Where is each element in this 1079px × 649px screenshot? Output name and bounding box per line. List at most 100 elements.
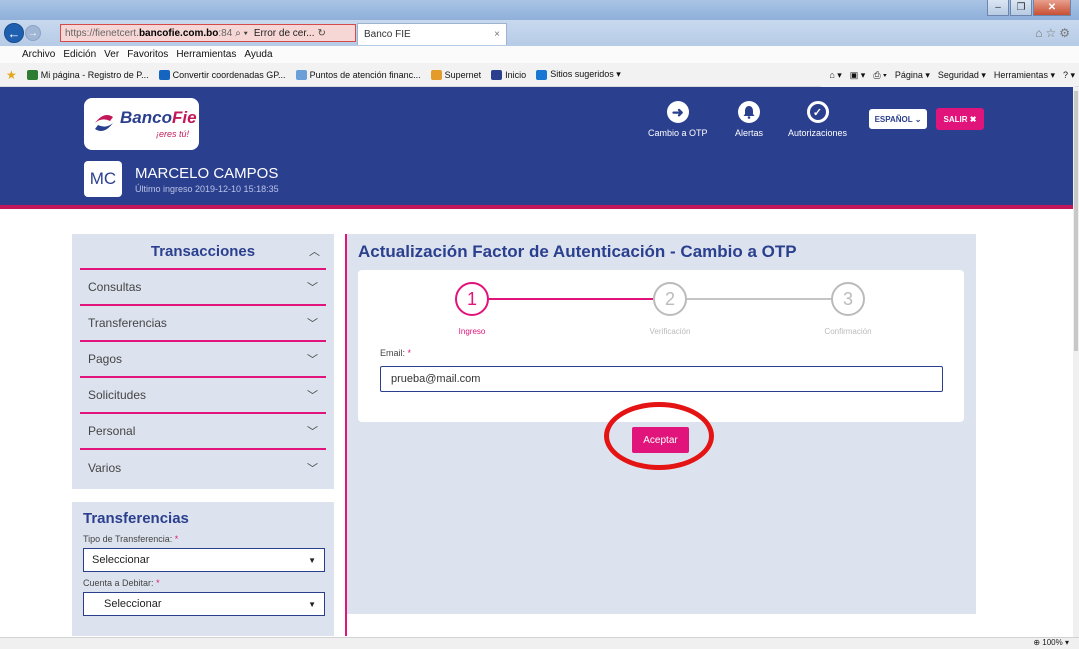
address-bar[interactable]: https://fienetcert. bancofie.com.bo:84 ⌕ … bbox=[60, 24, 356, 42]
check-circle-icon: ✓ bbox=[806, 101, 829, 123]
authorizations-action[interactable]: ✓ Autorizaciones bbox=[788, 101, 847, 138]
debit-account-label: Cuenta a Debitar: * bbox=[83, 578, 160, 588]
logo-tagline: ¡eres tú! bbox=[155, 129, 189, 139]
sidebar-header[interactable]: Transacciones ︿ bbox=[80, 234, 326, 270]
refresh-icon[interactable]: ↻ bbox=[317, 28, 325, 39]
menu-item[interactable]: Favoritos bbox=[127, 49, 168, 60]
menu-item[interactable]: Edición bbox=[63, 49, 96, 60]
logo-brand: BancoFie bbox=[120, 108, 197, 127]
forward-arrow-icon[interactable]: → bbox=[25, 25, 41, 41]
address-port: :84 bbox=[218, 27, 233, 39]
arrow-right-icon: ➜ bbox=[666, 101, 689, 123]
alerts-action[interactable]: Alertas bbox=[735, 101, 763, 138]
transfer-type-value: Seleccionar bbox=[92, 554, 150, 566]
browser-nav-row: ← → https://fienetcert. bancofie.com.bo:8… bbox=[0, 20, 1079, 46]
step-2-circle: 2 bbox=[653, 282, 687, 316]
bank-header: BancoFie ¡eres tú! ➜ Cambio a OTP Alerta… bbox=[0, 87, 1079, 209]
sidebar-item-solicitudes[interactable]: Solicitudes ﹀ bbox=[80, 378, 326, 414]
favorite-icon bbox=[491, 69, 503, 80]
scrollbar-thumb[interactable] bbox=[1074, 91, 1078, 351]
bank-logo[interactable]: BancoFie ¡eres tú! bbox=[84, 98, 199, 150]
search-icon[interactable]: ⌕ ▾ bbox=[235, 28, 248, 39]
transfer-type-label: Tipo de Transferencia: * bbox=[83, 534, 179, 544]
command-bar: ⌂ ▾ ▣ ▾ ⎙ ▾ Página ▾ Seguridad ▾ Herrami… bbox=[821, 63, 1075, 87]
browser-tab[interactable]: Banco FIE × bbox=[357, 23, 507, 45]
change-otp-action[interactable]: ➜ Cambio a OTP bbox=[648, 101, 708, 138]
language-dropdown[interactable]: ESPAÑOL ⌄ bbox=[869, 109, 927, 129]
favorite-link[interactable]: Convertir coordenadas GP... bbox=[158, 69, 286, 80]
address-protocol: https:// bbox=[65, 27, 96, 39]
favorite-link[interactable]: Inicio bbox=[491, 69, 526, 80]
print-icon[interactable]: ⎙ ▾ bbox=[873, 70, 886, 81]
transactions-sidebar: Transacciones ︿ Consultas ﹀ Transferencia… bbox=[72, 234, 334, 489]
favorite-link[interactable]: Supernet bbox=[430, 69, 481, 80]
home-icon[interactable]: ⌂ ▾ bbox=[829, 70, 841, 81]
menu-item[interactable]: Ver bbox=[104, 49, 119, 60]
caret-down-icon: ▼ bbox=[308, 599, 316, 609]
email-field[interactable]: prueba@mail.com bbox=[380, 366, 943, 392]
feeds-icon[interactable]: ▣ ▾ bbox=[850, 70, 866, 81]
sidebar-item-label: Personal bbox=[88, 424, 136, 438]
sidebar-item-pagos[interactable]: Pagos ﹀ bbox=[80, 342, 326, 378]
debit-account-select[interactable]: Seleccionar ▼ bbox=[83, 592, 325, 616]
favorites-star-icon[interactable]: ★ bbox=[6, 68, 17, 82]
back-arrow-icon[interactable]: ← bbox=[4, 23, 24, 43]
alerts-label: Alertas bbox=[735, 128, 764, 138]
zoom-level[interactable]: ⊕ 100% ▾ bbox=[1033, 638, 1069, 647]
window-controls: – ❐ ✕ bbox=[986, 0, 1071, 16]
email-label: Email: * bbox=[380, 348, 412, 358]
sidebar-item-label: Solicitudes bbox=[88, 388, 147, 402]
caret-down-icon: ▼ bbox=[308, 555, 316, 565]
chevron-down-icon: ﹀ bbox=[307, 282, 318, 294]
favorite-link[interactable]: Sitios sugeridos ▾ bbox=[536, 69, 621, 80]
sidebar-item-label: Transferencias bbox=[88, 316, 167, 330]
sidebar-item-label: Pagos bbox=[88, 352, 123, 366]
home-star-gear-icons[interactable]: ⌂☆⚙ bbox=[1035, 26, 1073, 40]
exit-button[interactable]: SALIR ✖ bbox=[936, 108, 984, 130]
authorizations-label: Autorizaciones bbox=[788, 128, 848, 138]
user-name: MARCELO CAMPOS bbox=[135, 165, 279, 182]
restore-icon[interactable]: ❐ bbox=[1010, 0, 1032, 16]
tab-close-icon[interactable]: × bbox=[494, 29, 500, 40]
menu-item[interactable]: Herramientas bbox=[176, 49, 236, 60]
sidebar-title: Transacciones bbox=[150, 242, 256, 260]
minimize-icon[interactable]: – bbox=[987, 0, 1009, 16]
sidebar-item-varios[interactable]: Varios ﹀ bbox=[80, 450, 326, 486]
bell-icon bbox=[738, 101, 760, 123]
sidebar-item-personal[interactable]: Personal ﹀ bbox=[80, 414, 326, 450]
favorite-icon bbox=[26, 69, 38, 80]
step-1-label: Ingreso bbox=[458, 327, 486, 336]
chevron-up-icon: ︿ bbox=[309, 246, 320, 258]
favorite-icon bbox=[430, 69, 442, 80]
step-3-circle: 3 bbox=[831, 282, 865, 316]
logo-mark-icon bbox=[95, 115, 113, 131]
close-window-icon[interactable]: ✕ bbox=[1033, 0, 1071, 16]
tab-title: Banco FIE bbox=[364, 29, 411, 40]
favorite-link[interactable]: Puntos de atención financ... bbox=[295, 69, 421, 80]
window-titlebar: – ❐ ✕ bbox=[0, 0, 1079, 20]
menu-item[interactable]: Ayuda bbox=[244, 49, 272, 60]
command-tools[interactable]: Herramientas ▾ bbox=[994, 70, 1055, 81]
step-connector bbox=[685, 298, 851, 300]
change-otp-label: Cambio a OTP bbox=[648, 128, 708, 138]
debit-account-value: Seleccionar bbox=[104, 598, 162, 610]
address-host-prefix: fienetcert. bbox=[95, 27, 139, 39]
command-security[interactable]: Seguridad ▾ bbox=[938, 70, 986, 81]
address-domain: bancofie.com.bo bbox=[138, 27, 219, 39]
page-scrollbar[interactable] bbox=[1073, 87, 1079, 637]
command-page[interactable]: Página ▾ bbox=[895, 70, 930, 81]
favorite-icon bbox=[158, 69, 170, 80]
transfer-type-select[interactable]: Seleccionar ▼ bbox=[83, 548, 325, 572]
chevron-down-icon: ﹀ bbox=[307, 318, 318, 330]
chevron-down-icon: ﹀ bbox=[307, 390, 318, 402]
sidebar-item-consultas[interactable]: Consultas ﹀ bbox=[80, 270, 326, 306]
certificate-error[interactable]: Error de cer... bbox=[254, 28, 315, 39]
status-bar: ⊕ 100% ▾ bbox=[0, 637, 1079, 649]
sidebar-item-label: Varios bbox=[88, 461, 122, 475]
sidebar-item-transferencias[interactable]: Transferencias ﹀ bbox=[80, 306, 326, 342]
help-icon[interactable]: ? ▾ bbox=[1063, 70, 1075, 81]
menu-item[interactable]: Archivo bbox=[22, 49, 55, 60]
avatar: MC bbox=[84, 161, 122, 197]
highlight-annotation bbox=[604, 402, 714, 470]
favorite-link[interactable]: Mi página - Registro de P... bbox=[26, 69, 149, 80]
